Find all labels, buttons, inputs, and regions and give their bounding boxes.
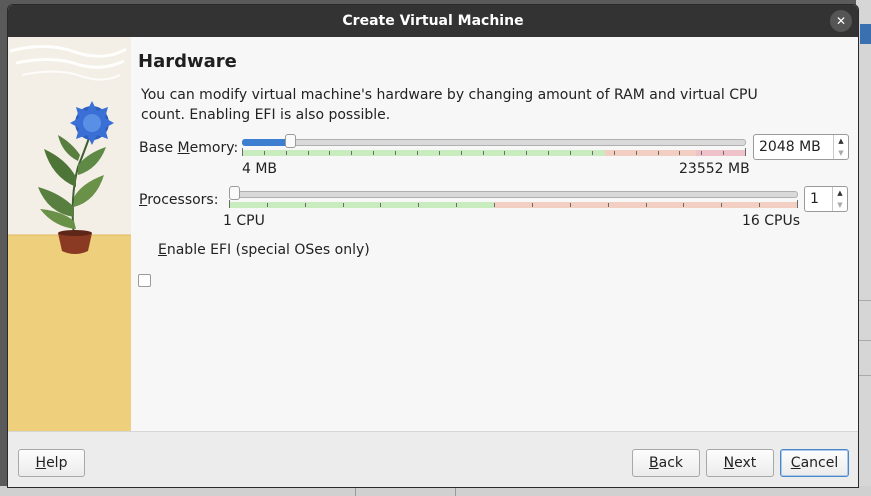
- slider-tick: [679, 151, 680, 155]
- slider-tick: [701, 151, 702, 155]
- spin-down-icon[interactable]: ▼: [833, 199, 847, 211]
- help-button[interactable]: Help: [18, 449, 85, 477]
- slider-tick: [745, 148, 746, 156]
- slider-zone: [242, 150, 605, 156]
- slider-tick: [646, 203, 647, 207]
- slider-zone: [605, 150, 696, 156]
- slider-tick: [797, 200, 798, 208]
- slider-tick: [373, 151, 374, 155]
- memory-max-label: 23552 MB: [679, 161, 750, 177]
- processors-spinbox[interactable]: 1 ▲ ▼: [804, 186, 848, 212]
- slider-tick: [504, 151, 505, 155]
- window-title: Create Virtual Machine: [342, 13, 524, 29]
- slider-tick: [229, 200, 230, 208]
- slider-tick: [351, 151, 352, 155]
- spin-up-icon[interactable]: ▲: [833, 187, 847, 199]
- slider-tick: [658, 151, 659, 155]
- efi-label[interactable]: Enable EFI (special OSes only): [158, 242, 370, 258]
- slider-tick: [548, 151, 549, 155]
- illustration-sand: [8, 235, 131, 431]
- processors-min-label: 1 CPU: [223, 213, 265, 229]
- efi-checkbox[interactable]: [138, 274, 151, 287]
- slider-tick: [417, 151, 418, 155]
- slider-tick: [418, 203, 419, 207]
- slider-zone: [229, 202, 494, 208]
- slider-tick: [329, 151, 330, 155]
- slider-track: [229, 191, 798, 198]
- create-vm-dialog: Create Virtual Machine ✕ Hardware You ca…: [7, 4, 859, 488]
- slider-tick: [286, 151, 287, 155]
- slider-tick: [592, 151, 593, 155]
- slider-tick: [494, 203, 495, 207]
- slider-tick: [483, 151, 484, 155]
- slider-track: [242, 139, 746, 146]
- processors-label: Processors:: [139, 192, 219, 208]
- slider-tick: [439, 151, 440, 155]
- slider-zone: [696, 150, 746, 156]
- slider-tick: [343, 203, 344, 207]
- close-icon: ✕: [835, 14, 847, 28]
- spin-arrows: ▲ ▼: [832, 187, 847, 211]
- processors-slider[interactable]: [229, 185, 798, 211]
- base-memory-label: Base Memory:: [139, 140, 239, 156]
- slider-tick: [608, 203, 609, 207]
- memory-min-label: 4 MB: [242, 161, 278, 177]
- slider-tick: [461, 151, 462, 155]
- slider-scale: [242, 148, 746, 156]
- slider-tick: [759, 203, 760, 207]
- slider-handle[interactable]: [285, 134, 296, 148]
- slider-handle[interactable]: [229, 186, 240, 200]
- slider-tick: [308, 151, 309, 155]
- illustration-pot: [58, 233, 92, 254]
- slider-tick: [305, 203, 306, 207]
- memory-spinbox[interactable]: 2048 MB ▲ ▼: [753, 134, 849, 160]
- slider-tick: [570, 203, 571, 207]
- title-bar[interactable]: Create Virtual Machine ✕: [8, 5, 858, 37]
- processors-value: 1: [810, 191, 819, 207]
- slider-scale: [229, 200, 798, 208]
- memory-value: 2048 MB: [759, 139, 821, 155]
- page-description: You can modify virtual machine's hardwar…: [141, 87, 758, 123]
- slider-tick: [526, 151, 527, 155]
- base-memory-slider[interactable]: [242, 133, 746, 159]
- wizard-content: Hardware You can modify virtual machine'…: [131, 37, 858, 431]
- slider-fill: [242, 139, 290, 146]
- slider-tick: [721, 203, 722, 207]
- spin-up-icon[interactable]: ▲: [834, 135, 848, 147]
- processors-max-label: 16 CPUs: [742, 213, 801, 229]
- button-bar: Help Back Next Cancel: [8, 431, 858, 487]
- wizard-illustration: [8, 37, 131, 431]
- slider-tick: [683, 203, 684, 207]
- slider-tick: [532, 203, 533, 207]
- page-heading: Hardware: [138, 51, 237, 72]
- illustration-flower: [70, 101, 114, 145]
- slider-tick: [395, 151, 396, 155]
- close-button[interactable]: ✕: [830, 10, 852, 32]
- cancel-button[interactable]: Cancel: [780, 449, 849, 477]
- slider-tick: [380, 203, 381, 207]
- background-accent: [860, 24, 871, 44]
- slider-tick: [636, 151, 637, 155]
- slider-tick: [242, 148, 243, 156]
- slider-tick: [264, 151, 265, 155]
- spin-arrows: ▲ ▼: [833, 135, 848, 159]
- spin-down-icon[interactable]: ▼: [834, 147, 848, 159]
- slider-tick: [267, 203, 268, 207]
- slider-tick: [570, 151, 571, 155]
- slider-tick: [456, 203, 457, 207]
- slider-tick: [723, 151, 724, 155]
- back-button[interactable]: Back: [632, 449, 700, 477]
- next-button[interactable]: Next: [706, 449, 774, 477]
- slider-tick: [614, 151, 615, 155]
